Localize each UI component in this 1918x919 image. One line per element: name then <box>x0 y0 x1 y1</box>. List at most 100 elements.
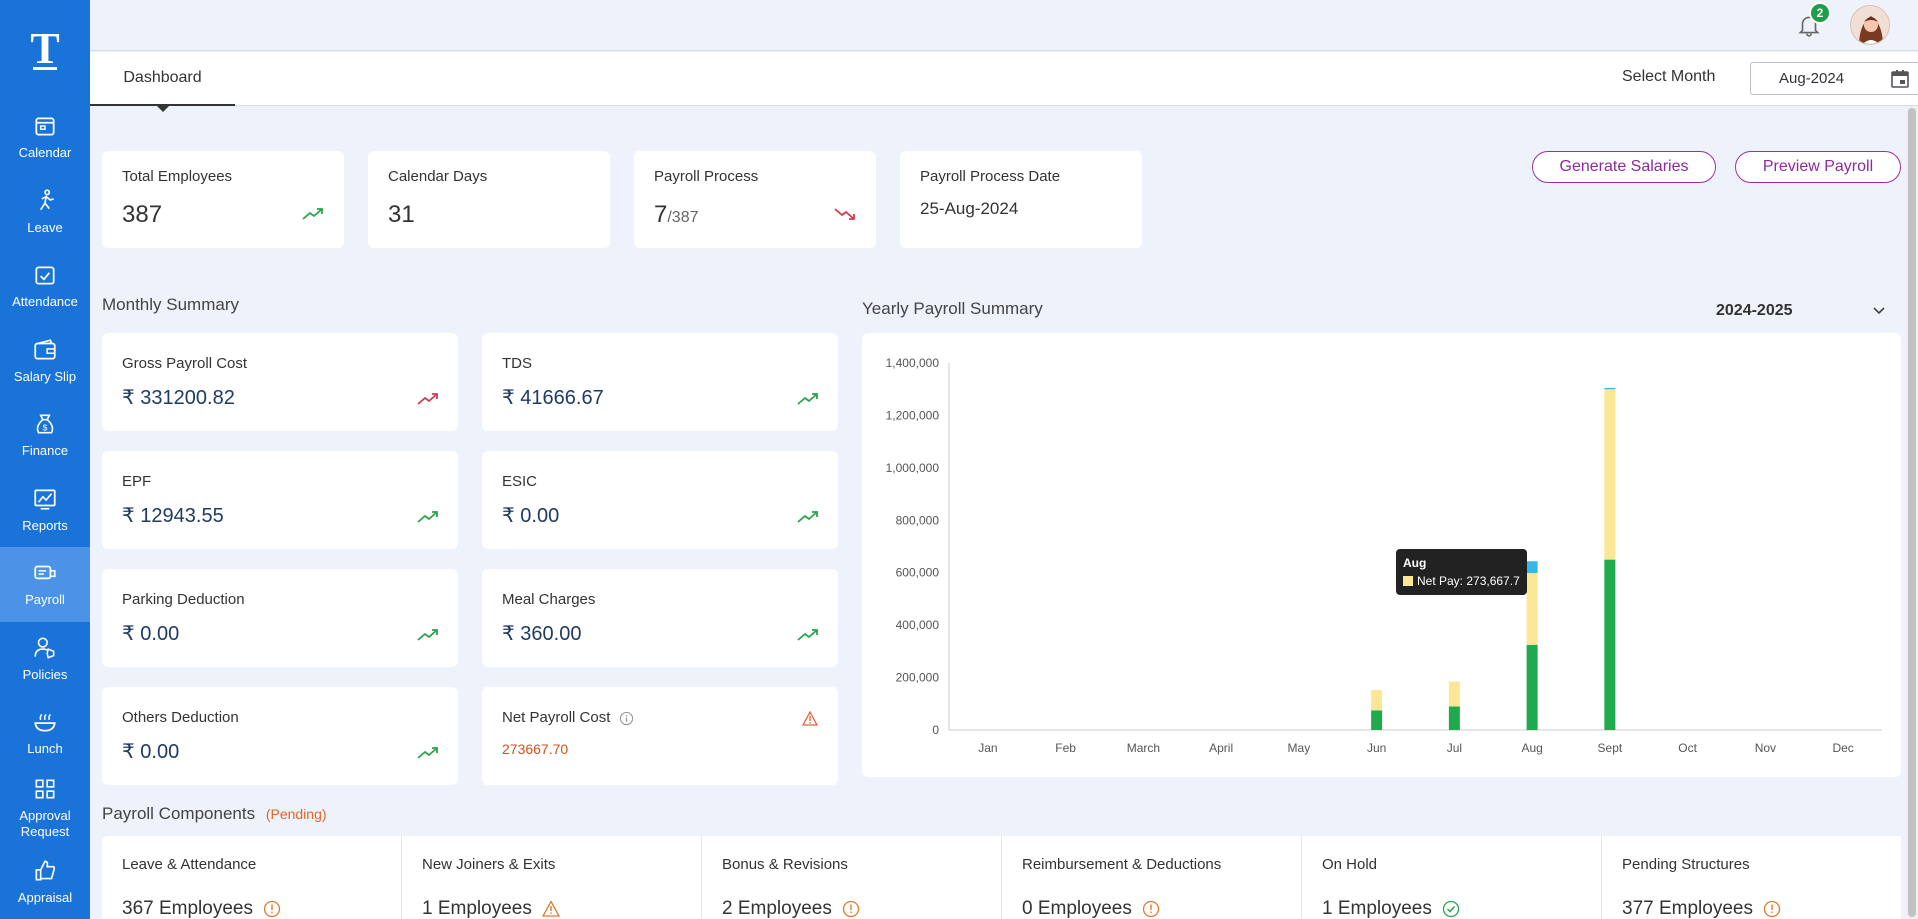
amount: 0.00 <box>140 741 180 763</box>
card-value: ₹ 12943.55 <box>122 503 224 528</box>
component-value: 1 Employees <box>1322 898 1460 919</box>
top-bar <box>90 0 1918 51</box>
x-tick-label: March <box>1127 741 1160 755</box>
sidebar-item-payroll[interactable]: Payroll <box>0 547 90 622</box>
year-select[interactable]: 2024-2025 <box>1716 302 1793 320</box>
monthly-summary-title: Monthly Summary <box>102 295 239 314</box>
yearly-summary-title: Yearly Payroll Summary <box>862 299 1043 318</box>
sidebar-item-label: Finance <box>21 443 69 459</box>
info-icon <box>1763 900 1781 918</box>
sidebar-item-label: Policies <box>22 666 68 682</box>
info-icon <box>1142 900 1159 918</box>
employee-count: 367 Employees <box>122 898 253 919</box>
component-value: 1 Employees <box>422 898 560 919</box>
y-tick-label: 0 <box>932 723 939 737</box>
sidebar-item-label: Calendar <box>18 145 72 161</box>
employee-count: 377 Employees <box>1622 898 1753 919</box>
component-value: 0 Employees <box>1022 898 1160 919</box>
net-payroll-value: 273667.70 <box>502 741 569 757</box>
x-tick-label: May <box>1288 741 1311 755</box>
card-value: ₹ 0.00 <box>122 621 179 646</box>
card-label: Meal Charges <box>502 591 596 608</box>
component-new-joiners-exits[interactable]: New Joiners & Exits 1 Employees <box>402 836 702 919</box>
component-on-hold[interactable]: On Hold 1 Employees <box>1302 836 1602 919</box>
attendance-icon <box>35 266 55 285</box>
card-value: 387 <box>122 201 163 228</box>
y-tick-label: 1,400,000 <box>886 356 940 370</box>
avatar[interactable] <box>1850 5 1890 45</box>
processed-total: /387 <box>667 209 699 226</box>
scrollbar-thumb[interactable] <box>1908 108 1916 917</box>
currency-symbol: ₹ <box>502 623 515 645</box>
calendar-icon[interactable] <box>1890 69 1910 89</box>
x-tick-label: Jun <box>1367 741 1386 755</box>
sidebar-item-lunch[interactable]: Lunch <box>0 696 90 771</box>
tab-dashboard[interactable]: Dashboard <box>90 52 235 106</box>
amount: 360.00 <box>520 623 582 645</box>
sidebar-item-leave[interactable]: Leave <box>0 175 90 250</box>
y-tick-label: 600,000 <box>896 566 940 580</box>
component-leave-attendance[interactable]: Leave & Attendance 367 Employees <box>102 836 402 919</box>
wallet-icon <box>34 339 56 360</box>
component-reimbursement-deductions[interactable]: Reimbursement & Deductions 0 Employees <box>1002 836 1302 919</box>
calendar-days-card: Calendar Days 31 <box>368 151 610 248</box>
amount: 12943.55 <box>140 505 224 527</box>
component-label: Reimbursement & Deductions <box>1022 856 1222 873</box>
sidebar-item-policies[interactable]: Policies <box>0 622 90 697</box>
trend-up-icon <box>417 511 438 523</box>
x-tick-label: Sept <box>1598 741 1623 755</box>
app-logo[interactable]: T <box>0 0 90 100</box>
money-bag-icon: $ <box>36 414 54 434</box>
tooltip-value: Net Pay: 273,667.7 <box>1417 574 1520 588</box>
month-value: Aug-2024 <box>1779 70 1845 87</box>
component-label: Leave & Attendance <box>122 856 257 873</box>
card-value: ₹ 331200.82 <box>122 385 235 410</box>
card-label: TDS <box>502 355 532 372</box>
esic-card: ESIC ₹ 0.00 <box>482 451 838 549</box>
sidebar-item-attendance[interactable]: Attendance <box>0 249 90 324</box>
card-value: 31 <box>388 201 415 228</box>
component-value: 377 Employees <box>1622 898 1781 919</box>
bar-segment-1 <box>1371 689 1383 711</box>
card-label: ESIC <box>502 473 538 490</box>
page-header: Dashboard Select Month Aug-2024 <box>90 52 1918 112</box>
gross-payroll-cost-card: Gross Payroll Cost ₹ 331200.82 <box>102 333 458 431</box>
card-value: ₹ 360.00 <box>502 621 581 646</box>
pending-status: (Pending) <box>265 806 327 822</box>
svg-text:$: $ <box>43 423 48 433</box>
sidebar-item-appraisal[interactable]: Appraisal <box>0 845 90 919</box>
bar-segment-0 <box>1371 710 1383 730</box>
component-bonus-revisions[interactable]: Bonus & Revisions 2 Employees <box>702 836 1002 919</box>
info-icon <box>842 900 859 918</box>
net-payroll-cost-card: Net Payroll Cost 273667.70 <box>482 687 838 785</box>
currency-symbol: ₹ <box>122 387 135 409</box>
bar-segment-2 <box>1604 387 1616 390</box>
warning-icon <box>541 900 560 917</box>
component-label: Bonus & Revisions <box>722 856 848 873</box>
legend-swatch <box>1403 576 1413 586</box>
sidebar-item-salary-slip[interactable]: Salary Slip <box>0 324 90 399</box>
sidebar-item-approval-request[interactable]: Approval Request <box>0 771 90 846</box>
sidebar-item-finance[interactable]: $ Finance <box>0 398 90 473</box>
preview-payroll-button[interactable]: Preview Payroll <box>1735 151 1901 183</box>
policies-icon <box>34 637 55 659</box>
sidebar-item-label: Reports <box>22 517 68 533</box>
info-icon[interactable] <box>619 711 634 726</box>
sidebar-item-calendar[interactable]: Calendar <box>0 100 90 175</box>
y-tick-label: 200,000 <box>896 671 940 685</box>
scrollbar[interactable] <box>1906 106 1918 919</box>
component-value: 367 Employees <box>122 898 281 919</box>
sidebar-item-reports[interactable]: Reports <box>0 473 90 548</box>
card-label: Net Payroll Cost <box>502 709 611 726</box>
chevron-down-icon[interactable] <box>1872 306 1886 316</box>
component-pending-structures[interactable]: Pending Structures 377 Employees <box>1602 836 1901 919</box>
generate-salaries-button[interactable]: Generate Salaries <box>1532 151 1716 183</box>
svg-text:T: T <box>30 27 59 73</box>
sidebar-item-label: Payroll <box>25 592 65 608</box>
processed-count: 7 <box>654 201 668 228</box>
employee-count: 2 Employees <box>722 898 832 919</box>
card-label: Parking Deduction <box>122 591 245 608</box>
select-month-label: Select Month <box>1622 68 1716 85</box>
bar-segment-2 <box>1526 561 1538 574</box>
meal-charges-card: Meal Charges ₹ 360.00 <box>482 569 838 667</box>
